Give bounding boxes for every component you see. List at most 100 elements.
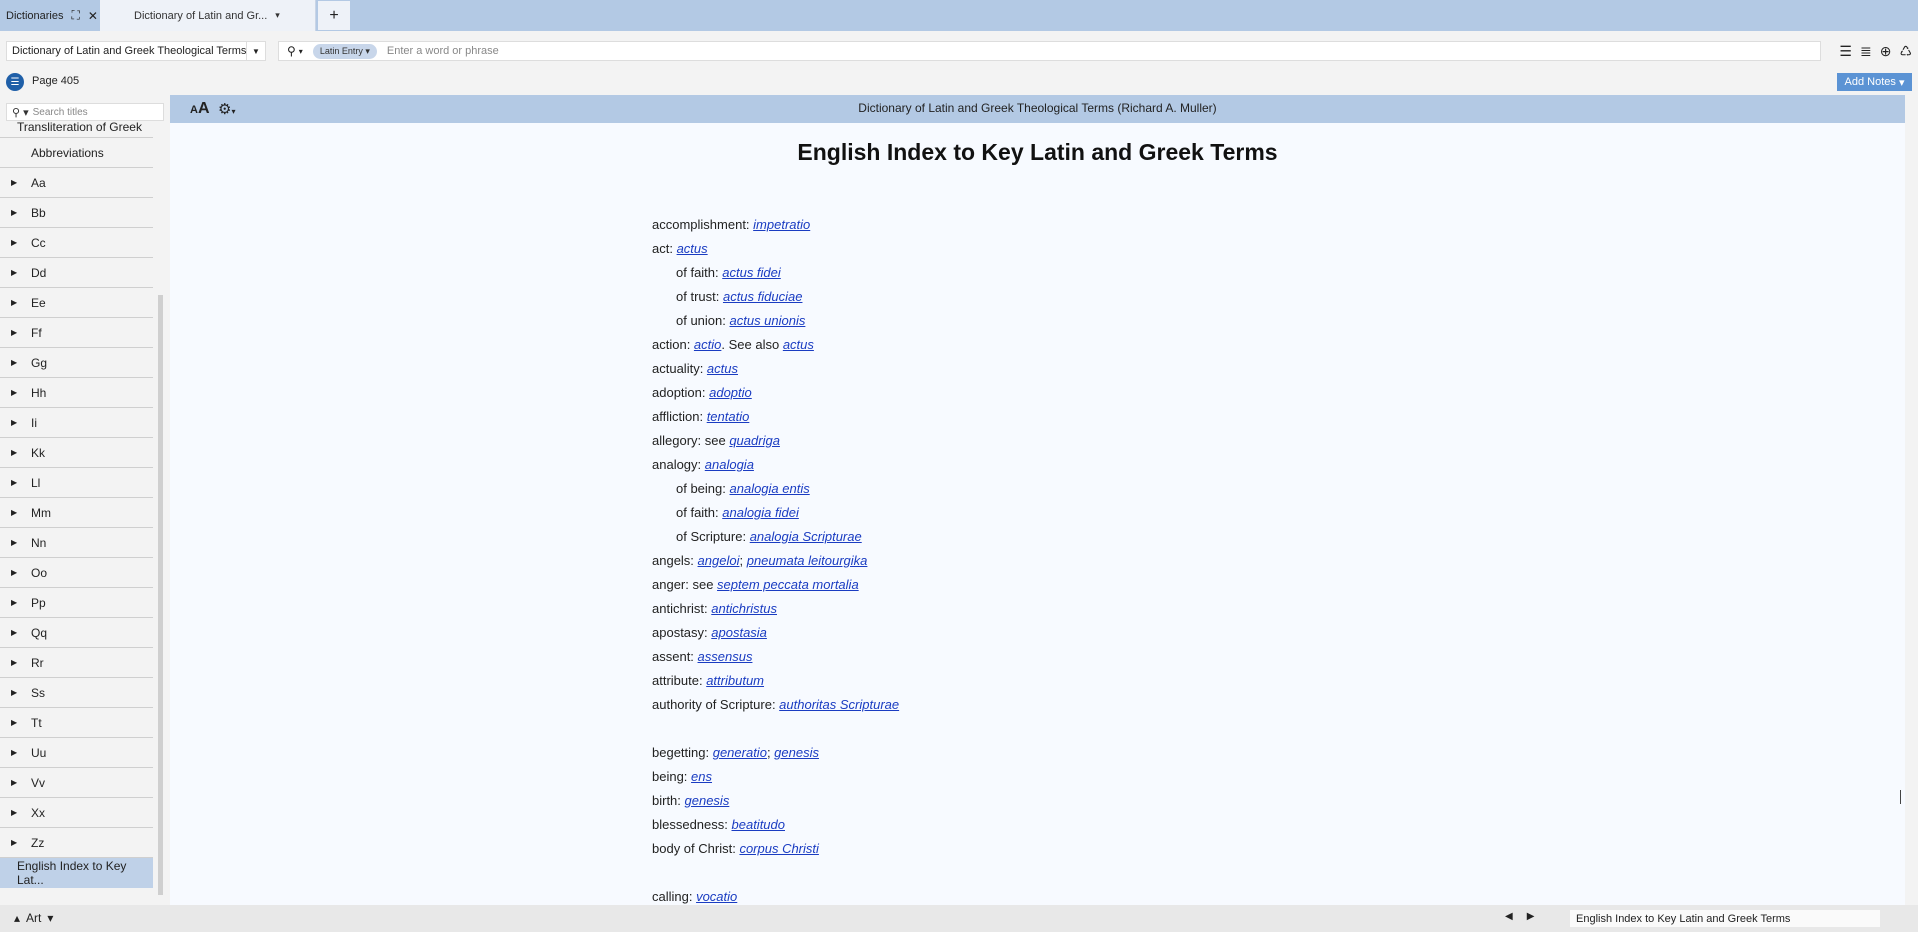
toc-item[interactable]: Abbreviations: [0, 138, 153, 168]
search-icon[interactable]: ⚲ ▾: [12, 106, 29, 119]
entry-link[interactable]: septem peccata mortalia: [717, 577, 859, 592]
chevron-up-icon[interactable]: ▴: [14, 911, 20, 925]
entry-link[interactable]: assensus: [698, 649, 753, 664]
entry-link[interactable]: actus: [783, 337, 814, 352]
chevron-right-icon[interactable]: ▶: [11, 748, 17, 757]
entry-link[interactable]: actus fidei: [722, 265, 781, 280]
toc-item[interactable]: ▶ Rr: [0, 648, 153, 678]
toc-item[interactable]: ▶ Ll: [0, 468, 153, 498]
entry-link[interactable]: quadriga: [729, 433, 780, 448]
chevron-right-icon[interactable]: ▶: [11, 508, 17, 517]
back-arrow-icon[interactable]: ◀: [1505, 911, 1513, 922]
toc-item[interactable]: ▶ Xx: [0, 798, 153, 828]
search-bar[interactable]: ⚲ ▾ Latin Entry ▾: [278, 41, 1821, 61]
chevron-right-icon[interactable]: ▶: [11, 568, 17, 577]
maximize-icon[interactable]: ⛶: [71, 8, 79, 23]
chevron-right-icon[interactable]: ▶: [11, 658, 17, 667]
book-selector[interactable]: Dictionary of Latin and Greek Theologica…: [6, 41, 266, 61]
toc-item[interactable]: ▶ Zz: [0, 828, 153, 858]
chevron-right-icon[interactable]: ▶: [11, 538, 17, 547]
recycle-icon[interactable]: ♺: [1899, 43, 1912, 60]
toc-item[interactable]: ▶ Bb: [0, 198, 153, 228]
entry-link[interactable]: impetratio: [753, 217, 810, 232]
reader-scrollbar[interactable]: [1900, 790, 1901, 804]
toc-icon[interactable]: ☰: [6, 73, 24, 91]
search-input[interactable]: [384, 44, 1289, 58]
entry-link[interactable]: tentatio: [707, 409, 750, 424]
entry-link[interactable]: analogia entis: [730, 481, 810, 496]
entry-link[interactable]: angeloi: [698, 553, 740, 568]
toc-item[interactable]: ▶ Mm: [0, 498, 153, 528]
text-layout-icon[interactable]: ≣: [1860, 43, 1872, 60]
toc-item[interactable]: ▶ Hh: [0, 378, 153, 408]
toc-item[interactable]: ▶ Gg: [0, 348, 153, 378]
chevron-right-icon[interactable]: ▶: [11, 778, 17, 787]
search-type-pill[interactable]: Latin Entry ▾: [312, 43, 377, 59]
chevron-right-icon[interactable]: ▶: [11, 388, 17, 397]
chevron-right-icon[interactable]: ▶: [11, 178, 17, 187]
chevron-right-icon[interactable]: ▶: [11, 838, 17, 847]
entry-link[interactable]: actus: [707, 361, 738, 376]
chevron-right-icon[interactable]: ▶: [11, 298, 17, 307]
chevron-right-icon[interactable]: ▶: [11, 448, 17, 457]
entry-link[interactable]: actus unionis: [730, 313, 806, 328]
entry-link[interactable]: ens: [691, 769, 712, 784]
title-search[interactable]: ⚲ ▾ Search titles: [6, 103, 164, 121]
chevron-down-icon[interactable]: ▼: [246, 42, 265, 60]
chevron-right-icon[interactable]: ▶: [11, 418, 17, 427]
entry-link[interactable]: genesis: [774, 745, 819, 760]
add-notes-button[interactable]: Add Notes ▾: [1837, 73, 1912, 91]
chevron-right-icon[interactable]: ▶: [11, 268, 17, 277]
search-icon[interactable]: ⚲: [287, 44, 296, 58]
toc-item[interactable]: ▶ Uu: [0, 738, 153, 768]
entry-link[interactable]: analogia Scripturae: [750, 529, 862, 544]
chevron-down-icon[interactable]: ▾: [275, 10, 280, 21]
toc-item[interactable]: ▶ Nn: [0, 528, 153, 558]
entry-link[interactable]: pneumata leitourgika: [747, 553, 868, 568]
toc-item[interactable]: ▶ Oo: [0, 558, 153, 588]
toc-item[interactable]: ▶ Pp: [0, 588, 153, 618]
entry-link[interactable]: analogia: [705, 457, 754, 472]
add-circle-icon[interactable]: ⊕: [1880, 43, 1892, 60]
forward-arrow-icon[interactable]: ▶: [1527, 911, 1535, 922]
toc-item[interactable]: ▶ Kk: [0, 438, 153, 468]
chevron-down-icon[interactable]: ▾: [299, 47, 303, 56]
chevron-down-icon[interactable]: ▾: [47, 911, 53, 925]
entry-link[interactable]: actio: [694, 337, 721, 352]
entry-link[interactable]: vocatio: [696, 889, 737, 904]
entry-link[interactable]: authoritas Scripturae: [779, 697, 899, 712]
entry-link[interactable]: analogia fidei: [722, 505, 799, 520]
toc-item[interactable]: ▶ Ee: [0, 288, 153, 318]
art-menu[interactable]: ▴ Art ▾: [14, 911, 53, 925]
chevron-right-icon[interactable]: ▶: [11, 358, 17, 367]
toc-item[interactable]: ▶ Aa: [0, 168, 153, 198]
chevron-right-icon[interactable]: ▶: [11, 328, 17, 337]
close-icon[interactable]: ✕: [88, 9, 98, 23]
toc-item[interactable]: ▶ Dd: [0, 258, 153, 288]
entry-link[interactable]: actus fiduciae: [723, 289, 803, 304]
single-column-icon[interactable]: ☰: [1839, 43, 1852, 60]
chevron-right-icon[interactable]: ▶: [11, 688, 17, 697]
toc-item[interactable]: ▶ Cc: [0, 228, 153, 258]
toc-item[interactable]: ▶ Tt: [0, 708, 153, 738]
chevron-right-icon[interactable]: ▶: [11, 628, 17, 637]
new-tab-button[interactable]: +: [318, 1, 350, 30]
tab-active-book[interactable]: Dictionary of Latin and Gr... ▾: [100, 0, 316, 31]
entry-link[interactable]: apostasia: [711, 625, 767, 640]
toc-item[interactable]: ▶ Vv: [0, 768, 153, 798]
entry-link[interactable]: generatio: [713, 745, 767, 760]
entry-link[interactable]: attributum: [706, 673, 764, 688]
entry-link[interactable]: antichristus: [711, 601, 777, 616]
chevron-right-icon[interactable]: ▶: [11, 598, 17, 607]
toc-item[interactable]: ▶ Ss: [0, 678, 153, 708]
tab-dictionaries[interactable]: Dictionaries ⛶ ✕: [0, 0, 100, 31]
entry-link[interactable]: genesis: [685, 793, 730, 808]
sidebar-scrollbar[interactable]: [158, 295, 163, 895]
toc-item[interactable]: ▶ Qq: [0, 618, 153, 648]
toc-item[interactable]: ▶ Ff: [0, 318, 153, 348]
entry-link[interactable]: beatitudo: [732, 817, 786, 832]
chevron-right-icon[interactable]: ▶: [11, 808, 17, 817]
toc-item-transliteration[interactable]: Transliteration of Greek: [0, 120, 153, 138]
chevron-right-icon[interactable]: ▶: [11, 718, 17, 727]
chevron-right-icon[interactable]: ▶: [11, 208, 17, 217]
